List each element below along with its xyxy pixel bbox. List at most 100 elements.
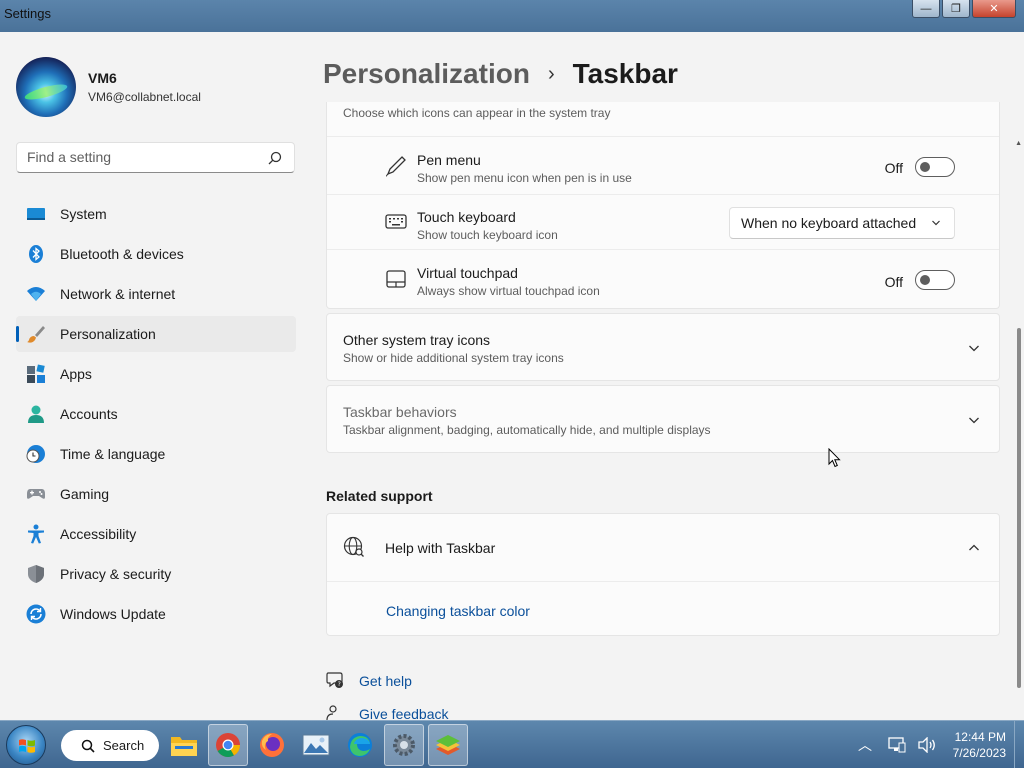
scrollbar-thumb[interactable] — [1017, 328, 1021, 688]
virtual-touchpad-toggle[interactable] — [915, 270, 955, 290]
nav-label: Accessibility — [60, 526, 137, 542]
get-help-icon: ? — [326, 672, 343, 688]
nav-label: Accounts — [60, 406, 118, 422]
nav-item-bluetooth[interactable]: Bluetooth & devices — [16, 236, 296, 272]
close-button[interactable]: ✕ — [972, 0, 1016, 18]
toggle-state-label: Off — [884, 274, 903, 290]
nav-list: System Bluetooth & devices Network & int… — [16, 196, 296, 636]
related-support-heading: Related support — [326, 488, 433, 504]
taskbar-settings[interactable] — [384, 724, 424, 766]
main-content: Personalization › Taskbar Choose which i… — [310, 32, 1024, 720]
nav-label: Bluetooth & devices — [60, 246, 184, 262]
keyboard-icon — [385, 214, 407, 229]
row-title: Taskbar behaviors — [343, 404, 457, 420]
taskbar-search-button[interactable]: Search — [61, 730, 159, 761]
scroll-up-arrow[interactable]: ▲ — [1015, 140, 1022, 147]
volume-icon[interactable] — [918, 737, 936, 753]
file-explorer-icon — [171, 737, 197, 756]
wifi-icon — [27, 287, 45, 301]
nav-item-accounts[interactable]: Accounts — [16, 396, 296, 432]
chevron-down-icon[interactable] — [967, 413, 981, 427]
nav-item-time-language[interactable]: Time & language — [16, 436, 296, 472]
nav-label: Time & language — [60, 446, 166, 462]
nav-item-windows-update[interactable]: Windows Update — [16, 596, 296, 632]
help-title: Help with Taskbar — [385, 540, 496, 556]
accessibility-icon — [28, 524, 44, 544]
taskbar-search-label: Search — [103, 738, 145, 753]
clock-globe-icon — [26, 445, 45, 463]
touch-keyboard-dropdown[interactable]: When no keyboard attached — [729, 207, 955, 239]
avatar — [16, 57, 76, 117]
show-hidden-icons-chevron-up-icon[interactable]: ︿ — [858, 735, 872, 755]
nav-item-accessibility[interactable]: Accessibility — [16, 516, 296, 552]
taskbar-firefox[interactable] — [252, 724, 292, 766]
start-button[interactable] — [6, 725, 46, 765]
search-input[interactable] — [27, 149, 267, 165]
breadcrumb-separator: › — [547, 62, 555, 85]
apps-icon — [27, 364, 45, 383]
nav-item-system[interactable]: System — [16, 196, 296, 232]
nav-label: Apps — [60, 366, 92, 382]
taskbar-chrome[interactable] — [208, 724, 248, 766]
nav-item-apps[interactable]: Apps — [16, 356, 296, 392]
chrome-icon — [216, 733, 240, 758]
globe-icon — [343, 536, 364, 557]
clock-date: 7/26/2023 — [952, 746, 1006, 760]
row-title: Other system tray icons — [343, 332, 491, 348]
bluetooth-icon — [29, 245, 43, 263]
network-icon[interactable] — [888, 737, 906, 753]
show-desktop-button[interactable] — [1014, 721, 1024, 768]
nav-label: System — [60, 206, 107, 222]
get-help-link[interactable]: Get help — [359, 673, 412, 689]
nav-label: Gaming — [60, 486, 110, 502]
minimize-button[interactable]: — — [912, 0, 940, 18]
shield-icon — [28, 565, 44, 583]
page-title: Taskbar — [572, 58, 678, 89]
accounts-icon — [28, 405, 44, 423]
user-profile[interactable]: VM6 VM6@collabnet.local — [16, 57, 201, 117]
search-icon[interactable] — [268, 151, 282, 165]
touch-keyboard-row: Touch keyboard Show touch keyboard icon … — [327, 195, 999, 250]
window-title: Settings — [4, 6, 51, 21]
taskbar-edge[interactable] — [340, 724, 380, 766]
nav-label: Privacy & security — [60, 566, 172, 582]
feedback-icon — [326, 705, 337, 720]
touchpad-icon — [386, 270, 406, 288]
pen-menu-toggle[interactable] — [915, 157, 955, 177]
help-with-taskbar-card: Help with Taskbar Changing taskbar color — [326, 513, 1000, 636]
maximize-button[interactable]: ❐ — [942, 0, 970, 18]
firefox-icon — [260, 733, 284, 757]
chevron-up-icon[interactable] — [967, 541, 981, 555]
taskbar-behaviors-card[interactable]: Taskbar behaviors Taskbar alignment, bad… — [326, 385, 1000, 453]
windows-logo-icon — [19, 739, 35, 753]
chevron-down-icon[interactable] — [967, 341, 981, 355]
system-icon — [27, 208, 45, 220]
nav-item-personalization[interactable]: Personalization — [16, 316, 296, 352]
taskbar-file-explorer[interactable] — [164, 724, 204, 766]
photos-icon — [302, 734, 330, 756]
row-title: Virtual touchpad — [417, 265, 518, 281]
main-scrollbar[interactable]: ▲ ▼ — [1014, 132, 1024, 720]
taskbar-photos[interactable] — [296, 724, 336, 766]
other-tray-icons-card[interactable]: Other system tray icons Show or hide add… — [326, 313, 1000, 381]
give-feedback-link[interactable]: Give feedback — [359, 706, 449, 720]
changing-taskbar-color-link[interactable]: Changing taskbar color — [386, 603, 530, 619]
nav-item-privacy-security[interactable]: Privacy & security — [16, 556, 296, 592]
tray-header-subtitle: Choose which icons can appear in the sys… — [343, 106, 611, 120]
taskbar-clock[interactable]: 12:44 PM 7/26/2023 — [953, 729, 1006, 761]
svg-text:?: ? — [338, 681, 341, 688]
row-title: Pen menu — [417, 152, 481, 168]
profile-name: VM6 — [88, 70, 117, 86]
clock-time: 12:44 PM — [954, 730, 1006, 744]
settings-icon — [393, 734, 415, 756]
breadcrumb-parent[interactable]: Personalization — [323, 58, 530, 90]
nav-item-gaming[interactable]: Gaming — [16, 476, 296, 512]
taskbar-layers-app[interactable] — [428, 724, 468, 766]
row-subtitle: Show pen menu icon when pen is in use — [417, 171, 632, 185]
search-box — [16, 142, 295, 173]
row-subtitle: Show or hide additional system tray icon… — [343, 351, 564, 365]
window-controls: — ❐ ✕ — [912, 0, 1016, 18]
help-header-row[interactable]: Help with Taskbar — [327, 514, 999, 581]
chevron-down-icon — [932, 220, 940, 226]
nav-item-network[interactable]: Network & internet — [16, 276, 296, 312]
